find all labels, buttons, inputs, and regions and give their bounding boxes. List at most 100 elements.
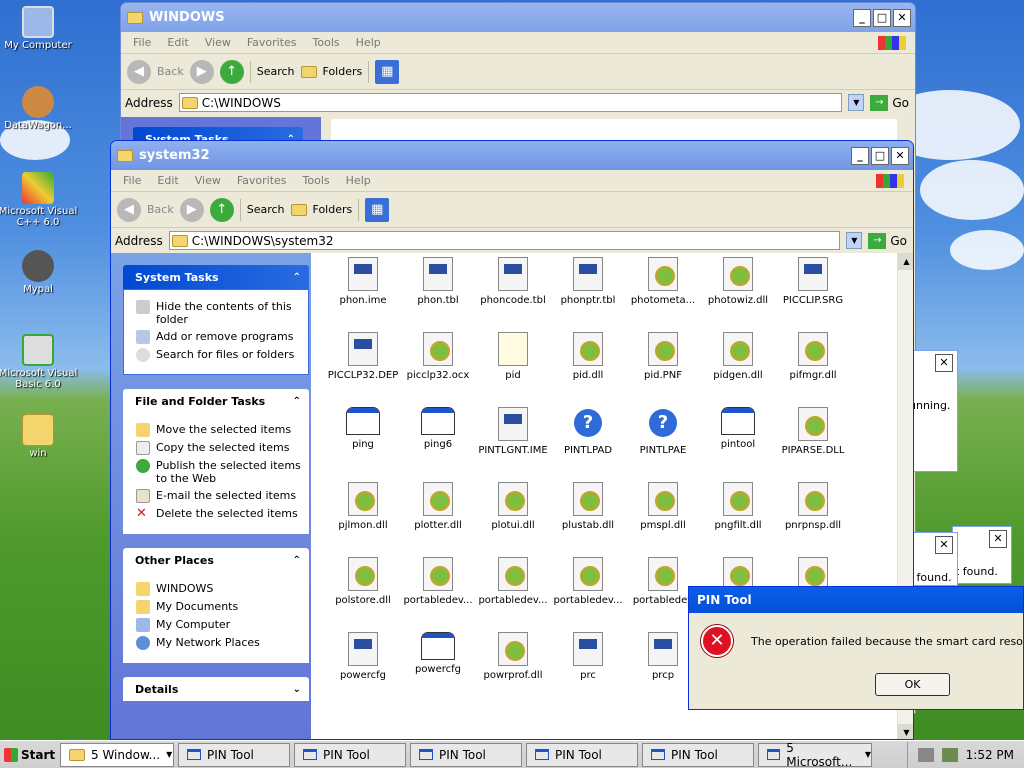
system-tasks-header[interactable]: System Tasks ⌃	[123, 265, 309, 289]
forward-arrow-icon[interactable]: ▶	[189, 59, 214, 84]
taskbar-item-pin-tool[interactable]: PIN Tool	[410, 742, 522, 767]
menu-view[interactable]: View	[197, 36, 239, 49]
close-button[interactable]: ✕	[891, 146, 909, 165]
taskbar-item-windows-group[interactable]: 5 Window... ▼	[60, 742, 174, 767]
menu-tools[interactable]: Tools	[295, 174, 338, 187]
task-move[interactable]: Move the selected items	[136, 423, 302, 437]
menu-help[interactable]: Help	[338, 174, 379, 187]
other-places-header[interactable]: Other Places ⌃	[123, 548, 309, 572]
file-item[interactable]: pid.PNF	[625, 332, 701, 381]
file-item[interactable]: phonptr.tbl	[550, 257, 626, 306]
taskbar-item-pin-tool[interactable]: PIN Tool	[294, 742, 406, 767]
views-icon[interactable]: ▦	[365, 197, 390, 222]
close-button[interactable]: ✕	[935, 536, 953, 554]
file-item[interactable]: photometa...	[625, 257, 701, 306]
task-hide-contents[interactable]: Hide the contents of this folder	[136, 300, 302, 326]
close-button[interactable]: ✕	[989, 530, 1007, 548]
file-item[interactable]: PINTLGNT.IME	[475, 407, 551, 456]
menu-favorites[interactable]: Favorites	[239, 36, 305, 49]
file-item[interactable]: PINTLPAD	[550, 407, 626, 456]
menu-file[interactable]: File	[125, 36, 159, 49]
menu-file[interactable]: File	[115, 174, 149, 187]
file-item[interactable]: prc	[550, 632, 626, 681]
title-bar[interactable]: system32 _ □ ✕	[111, 141, 913, 170]
title-bar[interactable]: WINDOWS _ □ ✕	[121, 3, 915, 32]
desktop-icon-visual-cpp[interactable]: Microsoft Visual C++ 6.0	[0, 172, 80, 228]
file-item[interactable]: plotui.dll	[475, 482, 551, 531]
maximize-button[interactable]: □	[871, 146, 889, 165]
file-item[interactable]: ping6	[400, 407, 476, 450]
file-item[interactable]: pnrpnsp.dll	[775, 482, 851, 531]
file-item[interactable]: photowiz.dll	[700, 257, 776, 306]
folders-button[interactable]: Folders	[323, 65, 363, 78]
file-item[interactable]: pid.dll	[550, 332, 626, 381]
place-network[interactable]: My Network Places	[136, 636, 302, 650]
search-button[interactable]: Search	[247, 203, 285, 216]
maximize-button[interactable]: □	[873, 8, 891, 27]
close-button[interactable]: ✕	[935, 354, 953, 372]
file-item[interactable]: pjlmon.dll	[325, 482, 401, 531]
menu-favorites[interactable]: Favorites	[229, 174, 295, 187]
menu-view[interactable]: View	[187, 174, 229, 187]
address-field[interactable]: C:\WINDOWS\system32	[168, 231, 841, 250]
ok-button[interactable]: OK	[875, 673, 950, 696]
menu-tools[interactable]: Tools	[305, 36, 348, 49]
task-search-files[interactable]: Search for files or folders	[136, 348, 302, 362]
place-my-computer[interactable]: My Computer	[136, 618, 302, 632]
file-item[interactable]: pngfilt.dll	[700, 482, 776, 531]
back-arrow-icon[interactable]: ◀	[127, 59, 151, 84]
file-item[interactable]: pintool	[700, 407, 776, 450]
tray-app-icon[interactable]	[941, 747, 958, 762]
file-item[interactable]: plotter.dll	[400, 482, 476, 531]
file-item[interactable]: PICCLIP.SRG	[775, 257, 851, 306]
address-field[interactable]: C:\WINDOWS	[178, 93, 843, 112]
search-button[interactable]: Search	[257, 65, 295, 78]
file-item[interactable]: powercfg	[325, 632, 401, 681]
file-item[interactable]: pmspl.dll	[625, 482, 701, 531]
menu-edit[interactable]: Edit	[159, 36, 196, 49]
minimize-button[interactable]: _	[851, 146, 869, 165]
scroll-down-icon[interactable]: ▼	[898, 724, 913, 739]
file-item[interactable]: portabledev...	[475, 557, 551, 606]
back-button-label[interactable]: Back	[147, 203, 174, 216]
desktop-icon-visual-basic[interactable]: Microsoft Visual Basic 6.0	[0, 334, 80, 390]
file-item[interactable]: PICCLP32.DEP	[325, 332, 401, 381]
place-my-documents[interactable]: My Documents	[136, 600, 302, 614]
task-publish[interactable]: Publish the selected items to the Web	[136, 459, 302, 485]
back-button-label[interactable]: Back	[157, 65, 184, 78]
file-item[interactable]: powrprof.dll	[475, 632, 551, 681]
up-folder-icon[interactable]: ↑	[219, 59, 244, 84]
task-add-remove-programs[interactable]: Add or remove programs	[136, 330, 302, 344]
place-windows[interactable]: WINDOWS	[136, 582, 302, 596]
taskbar-item-pin-tool[interactable]: PIN Tool	[178, 742, 290, 767]
keyboard-icon[interactable]	[917, 747, 934, 762]
up-folder-icon[interactable]: ↑	[209, 197, 234, 222]
start-button[interactable]: Start	[0, 742, 56, 768]
task-email[interactable]: E-mail the selected items	[136, 489, 302, 503]
desktop-icon-datawagon[interactable]: DataWagon...	[0, 86, 80, 131]
go-button[interactable]: → Go	[868, 232, 907, 249]
file-item[interactable]: powercfg	[400, 632, 476, 675]
file-item[interactable]: pidgen.dll	[700, 332, 776, 381]
file-item[interactable]: portabledev...	[400, 557, 476, 606]
forward-arrow-icon[interactable]: ▶	[179, 197, 204, 222]
file-item[interactable]: pifmgr.dll	[775, 332, 851, 381]
scroll-up-icon[interactable]: ▲	[898, 253, 913, 270]
file-item[interactable]: picclp32.ocx	[400, 332, 476, 381]
folders-button[interactable]: Folders	[313, 203, 353, 216]
address-dropdown[interactable]: ▼	[848, 94, 865, 111]
task-copy[interactable]: Copy the selected items	[136, 441, 302, 455]
file-item[interactable]: phon.ime	[325, 257, 401, 306]
menu-edit[interactable]: Edit	[149, 174, 186, 187]
file-item[interactable]: phon.tbl	[400, 257, 476, 306]
file-item[interactable]: plustab.dll	[550, 482, 626, 531]
file-item[interactable]: polstore.dll	[325, 557, 401, 606]
taskbar-item-microsoft-group[interactable]: 5 Microsoft... ▼	[758, 741, 872, 768]
menu-help[interactable]: Help	[348, 36, 389, 49]
desktop-icon-my-computer[interactable]: My Computer	[0, 6, 80, 51]
address-dropdown[interactable]: ▼	[846, 232, 863, 249]
file-item[interactable]: pid	[475, 332, 551, 381]
minimize-button[interactable]: _	[853, 8, 871, 27]
clock[interactable]: 1:52 PM	[966, 748, 1014, 762]
views-icon[interactable]: ▦	[375, 59, 400, 84]
